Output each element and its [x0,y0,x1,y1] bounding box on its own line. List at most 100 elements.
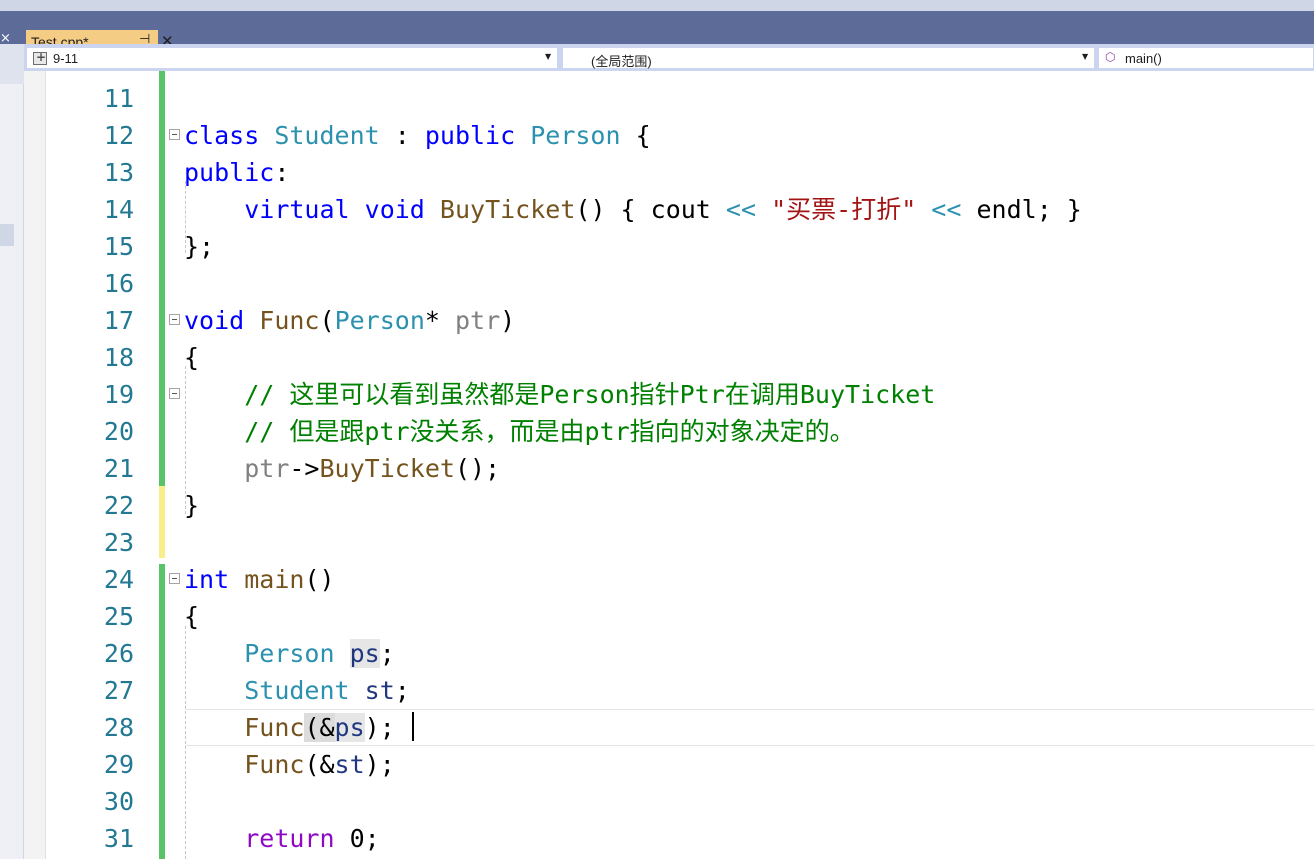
change-tracking-bar [159,71,165,859]
class-name: Person [334,306,425,335]
function-name: Func [244,750,305,779]
code-line-28[interactable]: Func(&ps); [184,709,395,746]
code-line-29[interactable]: Func(&st); [184,746,395,783]
class-name: Person [244,639,335,668]
punctuation: ; } [1036,195,1082,224]
keyword: virtual [244,195,350,224]
function-name: main [244,565,305,594]
method-cube-icon: ⬡ [1105,50,1116,64]
comment: // 这里可以看到虽然都是Person指针Ptr在调用BuyTicket [244,380,936,409]
keyword: public [424,121,516,150]
variable: ps [349,639,380,668]
variable: st [364,676,395,705]
fold-toggle-icon[interactable] [169,129,180,140]
chevron-down-icon: ▼ [545,52,552,61]
keyword: int [184,565,230,594]
unsaved-change-marker [159,486,165,558]
keyword: void [364,195,425,224]
code-line-25[interactable]: { [184,598,199,635]
code-editor[interactable]: 11 12 13 14 15 16 17 18 19 20 21 22 23 2… [24,71,1314,859]
line-number: 23 [103,528,134,557]
keyword: void [184,306,245,335]
line-number: 17 [103,306,134,335]
project-dropdown[interactable]: 9-11 ▼ [26,47,558,69]
variable: ps [334,713,365,742]
solution-explorer-edge [0,44,24,859]
punctuation: ; [379,639,395,668]
line-number: 14 [103,195,134,224]
code-line-26[interactable]: Person ps; [184,635,395,672]
class-name: Person [530,121,621,150]
punctuation: 0; [334,824,380,853]
chevron-down-icon: ▼ [1082,52,1089,61]
keyword: return [244,824,335,853]
code-line-18[interactable]: { [184,339,199,376]
code-line-19[interactable]: // 这里可以看到虽然都是Person指针Ptr在调用BuyTicket [184,376,935,413]
member-dropdown[interactable]: ⬡ main() [1098,47,1314,69]
punctuation: : [379,121,425,150]
punctuation: ) [500,306,516,335]
title-strip [0,0,1314,11]
string-literal: "买票-打折" [771,195,917,224]
saved-change-marker [159,71,165,486]
punctuation: : [274,158,290,187]
function-name: BuyTicket [439,195,576,224]
code-line-22[interactable]: } [184,487,199,524]
text-caret [412,712,414,741]
line-number: 30 [103,787,134,816]
punctuation: (); [454,454,501,483]
function-name: Func [259,306,320,335]
saved-change-marker [159,564,165,859]
fold-toggle-icon[interactable] [169,573,180,584]
scope-label: (全局范围) [591,54,652,69]
comment: // 但是跟ptr没关系，而是由ptr指向的对象决定的。 [244,417,855,446]
code-line-14[interactable]: virtual void BuyTicket() { cout << "买票-打… [184,191,1082,228]
function-name: Func [244,713,305,742]
identifier: cout [650,195,711,224]
line-number: 16 [103,269,134,298]
fold-toggle-icon[interactable] [169,388,180,399]
line-number: 11 [103,84,134,113]
class-name: Student [244,676,350,705]
line-number: 31 [103,824,134,853]
operator: -> [289,454,320,483]
code-line-27[interactable]: Student st; [184,672,410,709]
operator: << [916,195,977,224]
code-line-24[interactable]: int main() [184,561,335,598]
line-number: 20 [103,417,134,446]
project-icon [33,50,47,65]
explorer-selected-row[interactable] [0,224,14,246]
code-line-20[interactable]: // 但是跟ptr没关系，而是由ptr指向的对象决定的。 [184,413,855,450]
punctuation: } [184,491,200,520]
line-number: 29 [103,750,134,779]
punctuation: () [304,565,335,594]
member-label: main() [1125,51,1162,66]
punctuation: { [184,602,200,631]
line-number: 15 [103,232,134,261]
fold-toggle-icon[interactable] [169,314,180,325]
code-line-13[interactable]: public: [184,154,289,191]
keyword: public [184,158,275,187]
punctuation: * [424,306,455,335]
line-number: 13 [103,158,134,187]
code-line-17[interactable]: void Func(Person* ptr) [184,302,515,339]
line-number: 28 [103,713,134,742]
code-line-15[interactable]: }; [184,228,214,265]
function-name: BuyTicket [319,454,455,483]
class-name: Student [274,121,380,150]
parameter: ptr [454,306,501,335]
code-line-31[interactable]: return 0; [184,820,380,857]
explorer-toolbar [0,44,24,84]
punctuation: { [620,121,651,150]
line-number: 12 [103,121,134,150]
project-label: 9-11 [53,51,79,66]
line-number: 24 [103,565,134,594]
code-line-12[interactable]: class Student : public Person { [184,117,651,154]
code-line-21[interactable]: ptr->BuyTicket(); [184,450,500,487]
line-number: 21 [103,454,134,483]
punctuation: }; [184,232,215,261]
line-number: 25 [103,602,134,631]
scope-dropdown[interactable]: (全局范围) ▼ [562,47,1095,69]
line-number: 22 [103,491,134,520]
line-number: 19 [103,380,134,409]
